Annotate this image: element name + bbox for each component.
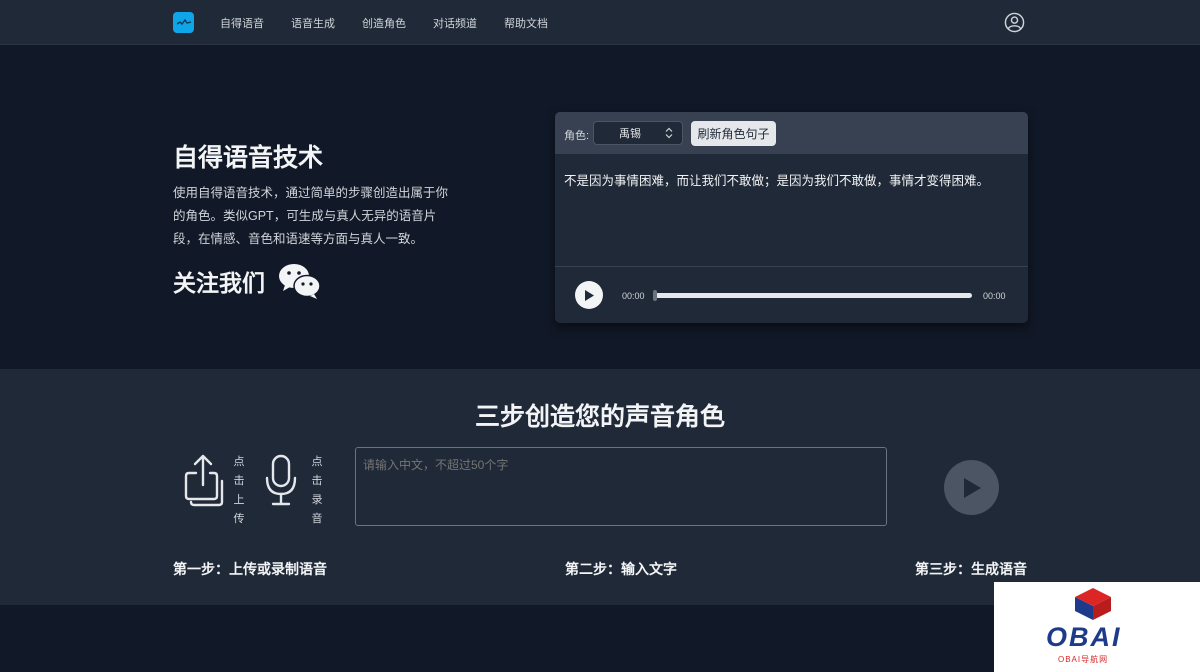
refresh-sentence-button[interactable]: 刷新角色句子: [691, 121, 776, 146]
audio-progress-bar[interactable]: [653, 290, 972, 301]
user-account-icon[interactable]: [1004, 12, 1025, 33]
role-selected-value: 禹锡: [619, 128, 641, 140]
hero-description: 使用自得语音技术，通过简单的步骤创造出属于你的角色。类似GPT，可生成与真人无异…: [173, 186, 449, 246]
step-2-label: 第二步：输入文字: [565, 561, 677, 577]
follow-us: 关注我们: [173, 262, 321, 300]
nav-links: 自得语音 语音生成 创造角色 对话频道 帮助文档: [220, 0, 548, 45]
microphone-icon[interactable]: [263, 453, 299, 508]
role-label: 角色:: [564, 130, 590, 142]
steps-section: 三步创造您的声音角色 点击上传 点击录音 第一步：上传或录制语音 第二步：输入文…: [0, 369, 1200, 605]
play-button[interactable]: [575, 281, 603, 309]
hero-section: 自得语音技术 使用自得语音技术，通过简单的步骤创造出属于你的角色。类似GPT，可…: [0, 46, 1200, 369]
nav-link-create-role[interactable]: 创造角色: [362, 15, 406, 31]
watermark-sub: OBAI导航网: [1058, 655, 1109, 664]
nav-link-help-docs[interactable]: 帮助文档: [504, 15, 548, 31]
progress-handle[interactable]: [653, 290, 657, 301]
voice-demo-card: 角色: 禹锡 刷新角色句子 不是因为事情困难，而让我们不敢做；是因为我们不敢做，…: [555, 112, 1028, 323]
hero-title: 自得语音技术: [173, 144, 324, 172]
current-time: 00:00: [622, 291, 645, 301]
demo-toolbar: 角色: 禹锡 刷新角色句子: [555, 112, 1028, 154]
text-input[interactable]: [355, 447, 887, 526]
record-label[interactable]: 点击录音: [311, 453, 323, 529]
step-3-label: 第三步：生成语音: [915, 561, 1027, 577]
divider: [555, 266, 1028, 267]
wechat-icon[interactable]: [277, 262, 321, 300]
play-icon: [585, 289, 594, 301]
upload-label[interactable]: 点击上传: [233, 453, 245, 529]
demo-sentence: 不是因为事情困难，而让我们不敢做；是因为我们不敢做，事情才变得困难。: [564, 174, 990, 188]
total-duration: 00:00: [983, 291, 1006, 301]
select-chevron-icon: [665, 127, 673, 139]
upload-icon[interactable]: [183, 453, 225, 508]
generate-play-button[interactable]: [944, 460, 999, 515]
role-select[interactable]: 禹锡: [593, 121, 683, 145]
logo-icon[interactable]: [173, 12, 194, 33]
watermark: OBAI OBAI导航网: [994, 582, 1200, 672]
follow-us-label: 关注我们: [173, 270, 265, 296]
nav-link-home[interactable]: 自得语音: [220, 15, 264, 31]
nav-link-voice-generation[interactable]: 语音生成: [291, 15, 335, 31]
steps-title: 三步创造您的声音角色: [474, 403, 725, 431]
play-icon: [963, 477, 981, 498]
step-1-label: 第一步：上传或录制语音: [173, 561, 327, 577]
watermark-cube-icon: [1075, 588, 1111, 620]
nav-link-chat-channel[interactable]: 对话频道: [433, 15, 477, 31]
watermark-brand: OBAI: [1046, 622, 1122, 652]
top-nav: 自得语音 语音生成 创造角色 对话频道 帮助文档: [0, 0, 1200, 45]
